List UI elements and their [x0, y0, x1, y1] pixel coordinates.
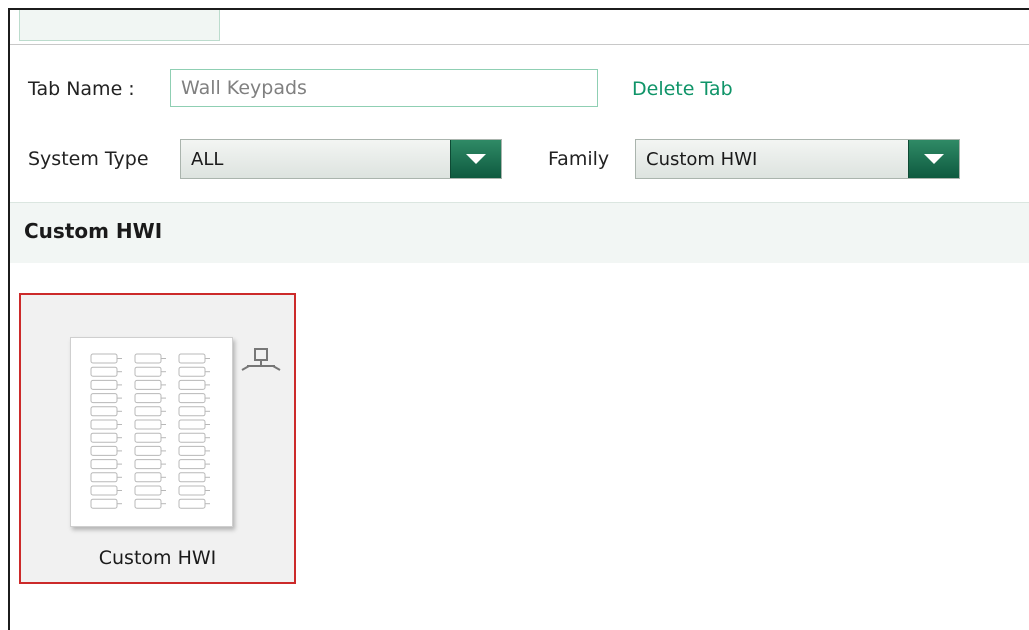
keypad-button: [134, 406, 166, 417]
device-tile-label: Custom HWI: [98, 547, 217, 569]
keypad-button: [178, 406, 210, 417]
keypad-button: [90, 406, 122, 417]
divider: [10, 44, 1029, 45]
keypad-button: [90, 459, 122, 470]
keypad-button: [134, 353, 166, 364]
device-library-panel: Tab Name : Delete Tab System Type ALL Fa…: [8, 8, 1029, 630]
keypad-button: [90, 393, 122, 404]
keypad-button: [134, 379, 166, 390]
keypad-button: [178, 445, 210, 456]
keypad-button: [178, 498, 210, 509]
keypad-button: [178, 472, 210, 483]
tab-name-label: Tab Name :: [28, 78, 135, 100]
family-dropdown[interactable]: Custom HWI: [635, 139, 960, 179]
keypad-button: [134, 485, 166, 496]
keypad-button: [178, 393, 210, 404]
keypad-button: [134, 419, 166, 430]
keypad-button: [134, 432, 166, 443]
section-title: Custom HWI: [24, 219, 163, 243]
device-tile-custom-hwi[interactable]: Custom HWI: [19, 293, 296, 584]
keypad-button: [178, 459, 210, 470]
keypad-button: [178, 353, 210, 364]
keypad-button: [90, 445, 122, 456]
keypad-button: [134, 366, 166, 377]
keypad-button: [178, 419, 210, 430]
keypad-button: [90, 353, 122, 364]
keypad-button: [134, 498, 166, 509]
keypad-button: [90, 472, 122, 483]
keypad-button: [90, 419, 122, 430]
system-type-value: ALL: [191, 148, 224, 170]
keypad-button: [178, 485, 210, 496]
keypad-button: [134, 445, 166, 456]
keypad-button: [90, 366, 122, 377]
keypad-button: [134, 393, 166, 404]
delete-tab-link[interactable]: Delete Tab: [632, 78, 733, 100]
keypad-button: [90, 485, 122, 496]
keypad-button: [90, 379, 122, 390]
section-header: Custom HWI: [10, 202, 1029, 263]
tab-name-input[interactable]: [170, 69, 598, 107]
keypad-button: [178, 366, 210, 377]
network-link-icon: [241, 348, 281, 371]
system-type-label: System Type: [28, 148, 149, 170]
keypad-button: [90, 498, 122, 509]
keypad-button: [134, 459, 166, 470]
keypad-button: [178, 432, 210, 443]
keypad-icon: [70, 337, 233, 527]
chevron-down-icon[interactable]: [908, 140, 959, 178]
family-label: Family: [548, 148, 610, 170]
top-tab[interactable]: [19, 10, 220, 41]
keypad-button: [134, 472, 166, 483]
keypad-button: [90, 432, 122, 443]
family-value: Custom HWI: [646, 148, 758, 170]
system-type-dropdown[interactable]: ALL: [180, 139, 502, 179]
keypad-button: [178, 379, 210, 390]
chevron-down-icon[interactable]: [450, 140, 501, 178]
